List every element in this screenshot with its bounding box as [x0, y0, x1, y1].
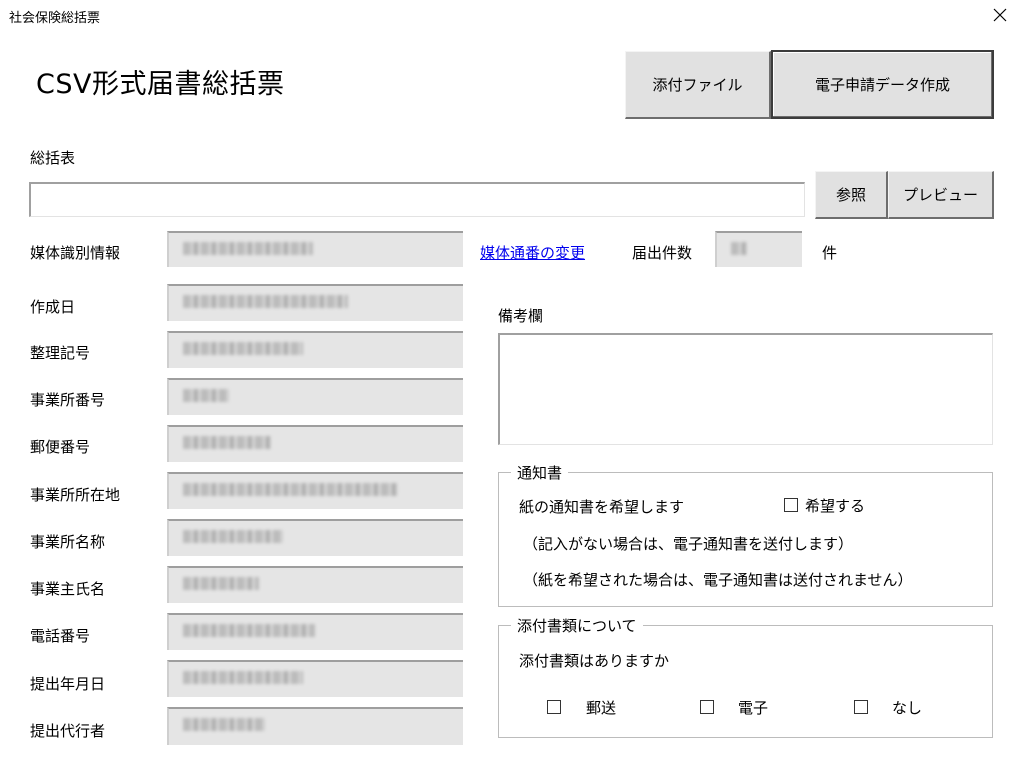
summary-label: 総括表 — [30, 149, 76, 167]
office-name-field — [167, 519, 463, 556]
submission-agent-field — [167, 707, 463, 745]
reference-code-field — [167, 331, 463, 368]
paper-notice-checkbox-label[interactable]: 希望する — [805, 495, 865, 516]
attachment-postal-label[interactable]: 郵送 — [586, 697, 616, 718]
title-bar: 社会保険総括票 — [0, 0, 1024, 30]
field-label-reference-code: 整理記号 — [30, 344, 91, 362]
filing-count-unit: 件 — [822, 244, 838, 262]
media-id-label: 媒体識別情報 — [30, 244, 121, 262]
attachment-none-label[interactable]: なし — [892, 697, 922, 718]
notice-group-title: 通知書 — [511, 462, 569, 483]
remarks-label: 備考欄 — [498, 307, 544, 325]
summary-path-input[interactable] — [29, 182, 805, 217]
media-id-field — [167, 231, 463, 267]
attachments-question: 添付書類はありますか — [519, 652, 670, 670]
notice-note-2: （紙を希望された場合は、電子通知書は送付されません） — [523, 571, 913, 589]
notice-groupbox: 通知書 紙の通知書を希望します 希望する （記入がない場合は、電子通知書を送付し… — [498, 462, 993, 607]
attachment-none-checkbox[interactable] — [854, 700, 868, 714]
attachments-groupbox: 添付書類について 添付書類はありますか 郵送 電子 なし — [498, 615, 993, 738]
notice-question: 紙の通知書を希望します — [519, 498, 685, 516]
close-icon — [993, 8, 1007, 22]
page-title: CSV形式届書総括票 — [36, 69, 285, 100]
attachment-postal-checkbox[interactable] — [547, 700, 561, 714]
field-label-office-address: 事業所所在地 — [30, 486, 121, 504]
employer-name-field — [167, 566, 463, 603]
office-address-field — [167, 472, 463, 509]
phone-number-field — [167, 613, 463, 650]
notice-note-1: （記入がない場合は、電子通知書を送付します） — [523, 535, 854, 553]
paper-notice-checkbox[interactable] — [784, 498, 798, 512]
field-label-submission-agent: 提出代行者 — [30, 722, 106, 740]
filing-count-label: 届出件数 — [632, 244, 693, 262]
postal-code-field — [167, 425, 463, 462]
create-e-application-button[interactable]: 電子申請データ作成 — [771, 50, 994, 119]
field-label-office-name: 事業所名称 — [30, 533, 106, 551]
attachment-electronic-checkbox[interactable] — [700, 700, 714, 714]
remarks-textarea[interactable] — [498, 333, 993, 445]
filing-count-field — [715, 231, 802, 267]
field-label-postal-code: 郵便番号 — [30, 438, 91, 456]
window-title: 社会保険総括票 — [9, 11, 101, 26]
submission-date-field — [167, 660, 463, 697]
attachment-electronic-label[interactable]: 電子 — [738, 697, 768, 718]
created-date-field — [167, 284, 463, 321]
browse-button[interactable]: 参照 — [815, 171, 888, 219]
field-label-phone-number: 電話番号 — [30, 627, 91, 645]
field-label-employer-name: 事業主氏名 — [30, 580, 106, 598]
change-media-serial-link[interactable]: 媒体通番の変更 — [480, 242, 585, 263]
field-label-submission-date: 提出年月日 — [30, 675, 106, 693]
office-number-field — [167, 378, 463, 415]
field-label-created-date: 作成日 — [30, 298, 76, 316]
field-label-office-number: 事業所番号 — [30, 391, 106, 409]
dialog-window: 社会保険総括票 CSV形式届書総括票 添付ファイル 電子申請データ作成 総括表 … — [0, 0, 1024, 773]
attachments-group-title: 添付書類について — [511, 615, 643, 636]
close-button[interactable] — [980, 0, 1020, 30]
preview-button[interactable]: プレビュー — [888, 171, 994, 219]
attach-file-button[interactable]: 添付ファイル — [625, 51, 771, 119]
